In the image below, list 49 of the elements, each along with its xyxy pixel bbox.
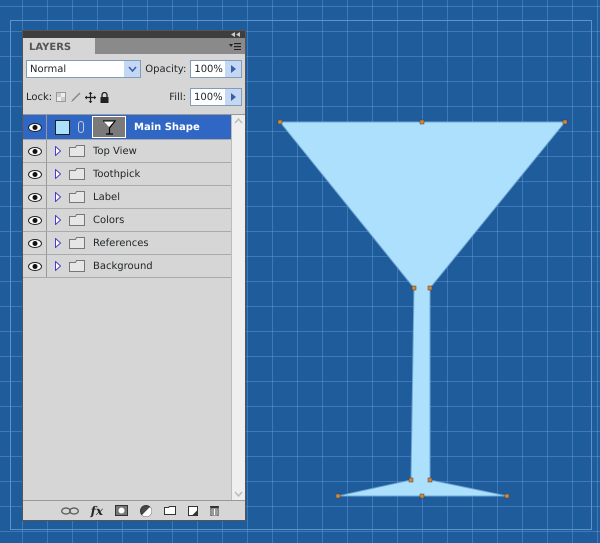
link-layers-icon[interactable]	[60, 506, 79, 514]
layer-row[interactable]: Label	[23, 186, 231, 209]
folder-icon	[69, 237, 85, 249]
panel-menu-icon[interactable]	[229, 42, 241, 50]
move-icon[interactable]	[85, 92, 96, 102]
link-icon	[78, 121, 84, 133]
expand-arrow-icon[interactable]	[55, 261, 61, 271]
layer-style-button[interactable]: fx	[90, 502, 103, 520]
layer-name: References	[93, 236, 149, 250]
layer-name: Main Shape	[134, 120, 200, 134]
blend-mode-dropdown[interactable]: Normal	[26, 60, 142, 78]
layer-row[interactable]: Top View	[23, 140, 231, 163]
folder-icon	[69, 145, 85, 157]
color-swatch-icon	[55, 120, 70, 134]
layer-name: Toothpick	[93, 168, 140, 182]
layer-row[interactable]: Toothpick	[23, 163, 231, 186]
layer-row[interactable]: Background	[23, 255, 231, 278]
layer-row[interactable]: Colors	[23, 209, 231, 232]
layer-name: Top View	[93, 144, 137, 158]
expand-arrow-icon[interactable]	[55, 169, 61, 179]
folder-icon	[69, 260, 85, 272]
folder-icon[interactable]	[164, 506, 176, 515]
fill-label: Fill:	[169, 90, 186, 104]
chevron-down-icon	[128, 66, 137, 72]
martini-glass-thumbnail	[92, 116, 126, 138]
adjustment-layer-icon[interactable]	[140, 504, 152, 516]
folder-icon	[69, 168, 85, 180]
arrow-right-icon	[230, 65, 236, 73]
panel-tab[interactable]: LAYERS	[23, 38, 95, 54]
lock-icon[interactable]	[100, 92, 110, 102]
opacity-field[interactable]: 100%	[190, 60, 242, 78]
fill-field[interactable]: 100%	[190, 88, 242, 106]
expand-arrow-icon[interactable]	[55, 215, 61, 225]
expand-arrow-icon[interactable]	[55, 192, 61, 202]
layer-name: Label	[93, 190, 120, 204]
expand-arrow-icon[interactable]	[55, 146, 61, 156]
layer-name: Background	[93, 260, 153, 274]
folder-icon	[69, 214, 85, 226]
arrow-right-icon	[230, 93, 236, 101]
folder-icon	[69, 191, 85, 203]
lock-label: Lock:	[26, 90, 52, 104]
trash-icon[interactable]	[210, 505, 219, 516]
layer-mask-icon[interactable]	[115, 505, 128, 516]
layer-name: Colors	[93, 214, 124, 228]
expand-arrow-icon[interactable]	[55, 238, 61, 248]
layer-row[interactable]: References	[23, 232, 231, 255]
layer-row[interactable]: Main Shape	[23, 115, 231, 140]
opacity-label: Opacity:	[145, 62, 186, 76]
new-layer-icon[interactable]	[188, 506, 198, 516]
